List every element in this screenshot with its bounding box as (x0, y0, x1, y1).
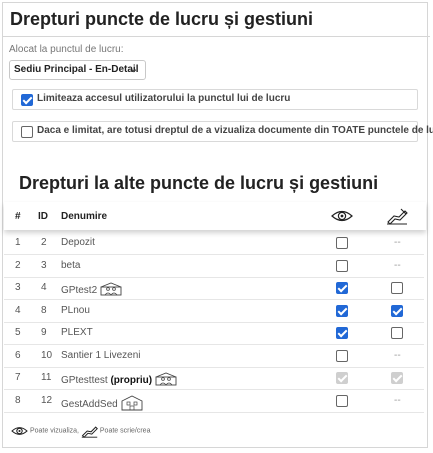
table-row: 2 3 beta -- (4, 256, 426, 277)
hand-write-icon (387, 208, 408, 225)
row-name-text: PLnou (61, 305, 90, 316)
row-number: 2 (15, 260, 21, 271)
write-not-applicable: -- (394, 237, 401, 248)
row-id: 8 (41, 305, 47, 316)
row-divider (4, 412, 424, 413)
row-number: 6 (15, 350, 21, 361)
row-name-text: Depozit (61, 237, 95, 248)
row-id: 3 (41, 260, 47, 271)
row-number: 8 (15, 395, 21, 406)
row-name: PLnou (61, 305, 90, 316)
write-checkbox[interactable] (391, 305, 403, 317)
view-checkbox[interactable] (336, 305, 348, 317)
row-name-text: beta (61, 260, 81, 271)
row-number: 4 (15, 305, 21, 316)
row-number: 3 (15, 282, 21, 293)
eye-icon (331, 210, 353, 222)
view-checkbox[interactable] (336, 327, 348, 339)
chevron-down-icon: ⌄ (129, 64, 138, 75)
write-checkbox[interactable] (391, 327, 403, 339)
row-id: 2 (41, 237, 47, 248)
row-name: beta (61, 260, 80, 271)
row-name-text: GPtesttest (61, 375, 111, 387)
row-name: PLEXT (61, 327, 93, 338)
row-name-text: GPtest2 (61, 285, 98, 297)
limit-access-checkbox[interactable] (21, 94, 33, 106)
legend-write-text: Poate scrie/crea (99, 427, 151, 435)
row-name: Depozit (61, 237, 95, 248)
row-id: 11 (41, 372, 52, 383)
row-name: GPtest2 (61, 282, 122, 299)
title-divider (3, 36, 430, 37)
legend: Poate vizualiza, Poate scrie/crea (11, 424, 150, 438)
row-divider (4, 389, 424, 390)
warehouse-people-icon (155, 372, 177, 389)
row-own-badge: (propriu) (110, 375, 153, 387)
workpoint-select-value: Sediu Principal - En-Detail (14, 64, 139, 75)
col-nr: # (15, 211, 21, 222)
table-row: 6 10 Santier 1 Livezeni -- (4, 346, 426, 367)
view-checkbox (336, 372, 348, 384)
row-number: 7 (15, 372, 21, 383)
col-id: ID (38, 211, 48, 222)
write-not-applicable: -- (394, 395, 401, 406)
table-row: 7 11 GPtesttest (propriu) (4, 368, 426, 389)
eye-icon (11, 427, 28, 435)
write-checkbox[interactable] (391, 282, 403, 294)
row-id: 4 (41, 282, 47, 293)
view-checkbox[interactable] (336, 237, 348, 249)
view-all-option[interactable]: Daca e limitat, are totusi dreptul de a … (12, 121, 433, 142)
write-not-applicable: -- (394, 260, 401, 271)
limit-access-label: Limiteaza accesul utilizatorului la punc… (37, 93, 291, 104)
row-id: 10 (41, 350, 53, 361)
section-title-rights: Drepturi puncte de lucru și gestiuni (10, 9, 314, 29)
table-header: # ID Denumire (4, 202, 426, 230)
table-row: 5 9 PLEXT (4, 323, 426, 344)
view-checkbox[interactable] (336, 260, 348, 272)
table-row: 4 8 PLnou (4, 301, 426, 322)
view-all-checkbox[interactable] (21, 126, 33, 138)
view-checkbox[interactable] (336, 350, 348, 362)
warehouse-people-icon (100, 282, 122, 299)
row-name: GPtesttest (propriu) (61, 372, 177, 389)
row-name-text: Santier 1 Livezeni (61, 350, 141, 361)
row-name: Santier 1 Livezeni (61, 350, 141, 361)
view-checkbox[interactable] (336, 395, 348, 407)
legend-view-text: Poate vizualiza, (29, 427, 79, 435)
table-row: 3 4 GPtest2 (4, 278, 426, 299)
assigned-label: Alocat la punctul de lucru: (9, 44, 124, 55)
row-id: 12 (41, 395, 53, 406)
view-checkbox[interactable] (336, 282, 348, 294)
col-name: Denumire (61, 211, 108, 222)
row-id: 9 (41, 327, 47, 338)
hand-write-icon (81, 426, 98, 438)
write-not-applicable: -- (394, 350, 401, 361)
row-number: 5 (15, 327, 21, 338)
row-name-text: PLEXT (61, 327, 93, 338)
row-divider (4, 254, 424, 255)
table-row: 1 2 Depozit -- (4, 233, 426, 254)
row-number: 1 (15, 237, 21, 248)
write-checkbox (391, 372, 403, 384)
workpoint-select[interactable]: Sediu Principal - En-Detail ⌄ (9, 60, 146, 80)
row-name-text: GestAddSed (61, 399, 118, 411)
view-all-label: Daca e limitat, are totusi dreptul de a … (37, 125, 433, 136)
section-title-other-points: Drepturi la alte puncte de lucru și gest… (19, 173, 379, 193)
limit-access-option[interactable]: Limiteaza accesul utilizatorului la punc… (12, 89, 418, 110)
table-row: 8 12 GestAddSed -- (4, 391, 426, 412)
row-divider (4, 299, 424, 300)
row-divider (4, 344, 424, 345)
